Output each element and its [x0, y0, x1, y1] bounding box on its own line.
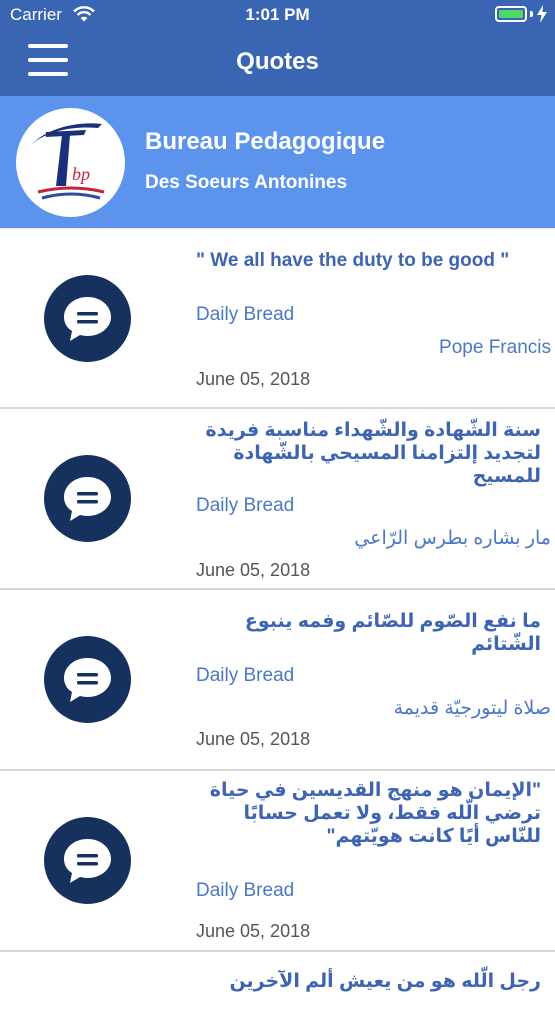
quote-category: Daily Bread	[196, 665, 295, 686]
chat-bubble-icon	[44, 275, 131, 362]
list-item[interactable]: "الإيمان هو منهج القديسين في حياة ترضي ا…	[0, 771, 555, 952]
status-time: 1:01 PM	[245, 5, 310, 24]
chat-bubble-icon	[44, 636, 131, 723]
quote-date: June 05, 2018	[196, 729, 311, 749]
list-item[interactable]: رجل الّله هو من يعيش ألم الآخرين	[0, 952, 555, 1012]
page-title: Quotes	[236, 48, 319, 75]
quote-text: " We all have the duty to be good "	[196, 250, 510, 271]
quote-date: June 05, 2018	[196, 560, 311, 580]
quote-author: مار بشاره بطرس الرّاعي	[354, 528, 551, 549]
list-item[interactable]: " We all have the duty to be good " Dail…	[0, 228, 555, 409]
list-item[interactable]: سنة الشّهادة والشّهداء مناسبة فريدة لتجد…	[0, 409, 555, 590]
quote-text: رجل الّله هو من يعيش ألم الآخرين	[229, 971, 541, 992]
quotes-list: " We all have the duty to be good " Dail…	[0, 228, 555, 1012]
quote-text: سنة الشّهادة والشّهداء مناسبة فريدة لتجد…	[205, 420, 541, 487]
quote-text: ما نفع الصّوم للصّائم وفمه ينبوع الشّتائ…	[244, 611, 541, 655]
list-item[interactable]: ما نفع الصّوم للصّائم وفمه ينبوع الشّتائ…	[0, 590, 555, 771]
svg-text:bp: bp	[72, 164, 90, 184]
battery-level	[499, 10, 523, 18]
battery-icon	[495, 6, 527, 22]
organization-subtitle: Des Soeurs Antonines	[145, 172, 348, 193]
quote-category: Daily Bread	[196, 880, 295, 901]
chat-bubble-icon	[44, 455, 131, 542]
quote-category: Daily Bread	[196, 495, 295, 516]
quote-category: Daily Bread	[196, 304, 295, 325]
organization-banner: bp Bureau Pedagogique Des Soeurs Antonin…	[0, 96, 555, 228]
organization-name: Bureau Pedagogique	[145, 128, 386, 155]
top-bar: Carrier 1:01 PM Quotes	[0, 0, 555, 96]
quote-date: June 05, 2018	[196, 921, 311, 941]
quote-text: "الإيمان هو منهج القديسين في حياة ترضي ا…	[209, 780, 541, 847]
chat-bubble-icon	[44, 817, 131, 904]
charging-bolt-icon	[537, 5, 547, 28]
battery-tip	[530, 11, 533, 17]
quote-date: June 05, 2018	[196, 369, 311, 389]
quote-author: Pope Francis	[439, 337, 551, 358]
organization-logo: bp	[16, 108, 125, 217]
quote-author: صلاة ليتورجيّة قديمة	[393, 698, 551, 719]
status-bar: Carrier 1:01 PM	[0, 0, 555, 30]
